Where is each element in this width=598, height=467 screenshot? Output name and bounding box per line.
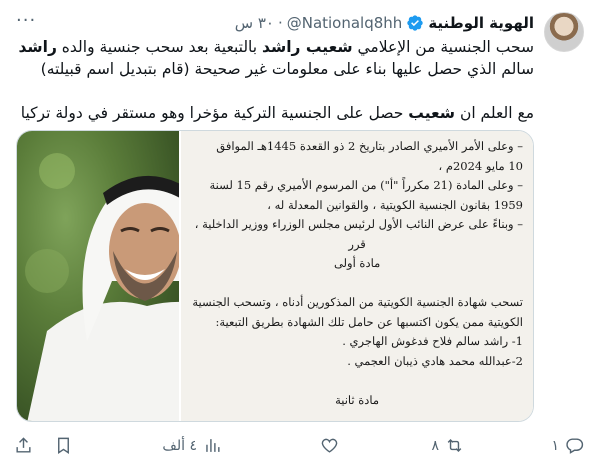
heart-icon xyxy=(321,438,338,453)
document-line: – وعلى الأمر الأميري الصادر بتاريخ 2 ذو … xyxy=(216,139,523,153)
retweet-icon xyxy=(447,438,462,453)
avatar[interactable] xyxy=(544,12,584,52)
document-image[interactable]: – وعلى الأمر الأميري الصادر بتاريخ 2 ذو … xyxy=(179,131,533,421)
views-count: ٤ ألف xyxy=(162,437,197,454)
document-line: 1- راشد سالم فلاح فدغوش الهاجري . xyxy=(342,334,523,348)
document-line: – وبناءً على عرض النائب الأول لرئيس مجلس… xyxy=(194,217,523,231)
like-button[interactable] xyxy=(314,436,339,455)
views-button[interactable]: ٤ ألف xyxy=(162,436,222,455)
document-line: 2-عبدالله محمد هادي ذيبان العجمي . xyxy=(347,353,523,368)
tweet-highlight: شعيب راشد xyxy=(262,38,353,56)
retweet-button[interactable]: ٨ xyxy=(431,436,464,455)
document-line: الكويتية ممن يكون اكتسبها عن حامل تلك ال… xyxy=(215,314,523,329)
tweet-text: سحب الجنسية من الإعلامي شعيب راشد بالتبع… xyxy=(14,36,534,124)
share-button[interactable] xyxy=(14,436,33,455)
document-line: – وعلى المادة (21 مكرراً "أ") من المرسوم… xyxy=(209,178,523,192)
tweet-line: سحب الجنسية من الإعلامي شعيب راشد بالتبع… xyxy=(14,36,534,58)
tweet-line: سالم الذي حصل عليها بناء على معلومات غير… xyxy=(14,58,534,80)
document-line: تسحب شهادة الجنسية الكويتية من المذكورين… xyxy=(192,295,523,309)
author-name[interactable]: الهوية الوطنية xyxy=(428,14,534,32)
more-options-icon[interactable]: ··· xyxy=(16,10,36,31)
tweet-header: الهوية الوطنية @Nationalq8hh · ٣٠ س xyxy=(14,12,534,34)
document-line: 1959 بقانون الجنسية الكويتية ، والقوانين… xyxy=(267,197,523,212)
tweet-text-span: سالم الذي حصل عليها بناء على معلومات غير… xyxy=(40,60,534,78)
tweet-media[interactable]: – وعلى الأمر الأميري الصادر بتاريخ 2 ذو … xyxy=(16,130,534,422)
document-line: 10 مايو 2024م ، xyxy=(438,158,523,173)
tweet[interactable]: الهوية الوطنية @Nationalq8hh · ٣٠ س ··· … xyxy=(0,0,598,467)
verified-badge-icon xyxy=(406,14,424,32)
share-icon xyxy=(16,437,31,453)
tweet-text-span: سحب الجنسية من الإعلامي xyxy=(352,38,535,56)
tweet-time[interactable]: ٣٠ س xyxy=(235,14,274,32)
tweet-text-span: مع العلم ان xyxy=(455,104,534,122)
tweet-actions: ١ ٨ ٤ ألف xyxy=(14,436,584,458)
tweet-highlight: شعيب xyxy=(408,104,456,122)
tweet-line: مع العلم ان شعيب حصل على الجنسية التركية… xyxy=(14,102,534,124)
reply-button[interactable]: ١ xyxy=(551,436,584,455)
document-line: مادة ثانية xyxy=(335,392,380,407)
tweet-highlight: راشد xyxy=(18,38,57,56)
reply-icon xyxy=(566,438,584,454)
reply-count: ١ xyxy=(551,437,559,454)
retweet-count: ٨ xyxy=(431,437,439,454)
person-photo[interactable] xyxy=(17,131,180,421)
views-chart-icon xyxy=(206,439,220,452)
photo-illustration xyxy=(25,153,180,421)
document-line: قرر xyxy=(348,236,366,251)
bookmark-icon xyxy=(58,437,69,454)
bookmark-button[interactable] xyxy=(54,436,73,455)
separator-dot: · xyxy=(277,14,283,32)
tweet-text-span: بالتبعية بعد سحب جنسية والده xyxy=(56,38,263,56)
tweet-text-span: حصل على الجنسية التركية مؤخرا وهو مستقر … xyxy=(20,104,409,122)
document-line: مادة أولى xyxy=(333,256,381,270)
author-handle[interactable]: @Nationalq8hh xyxy=(287,14,403,32)
